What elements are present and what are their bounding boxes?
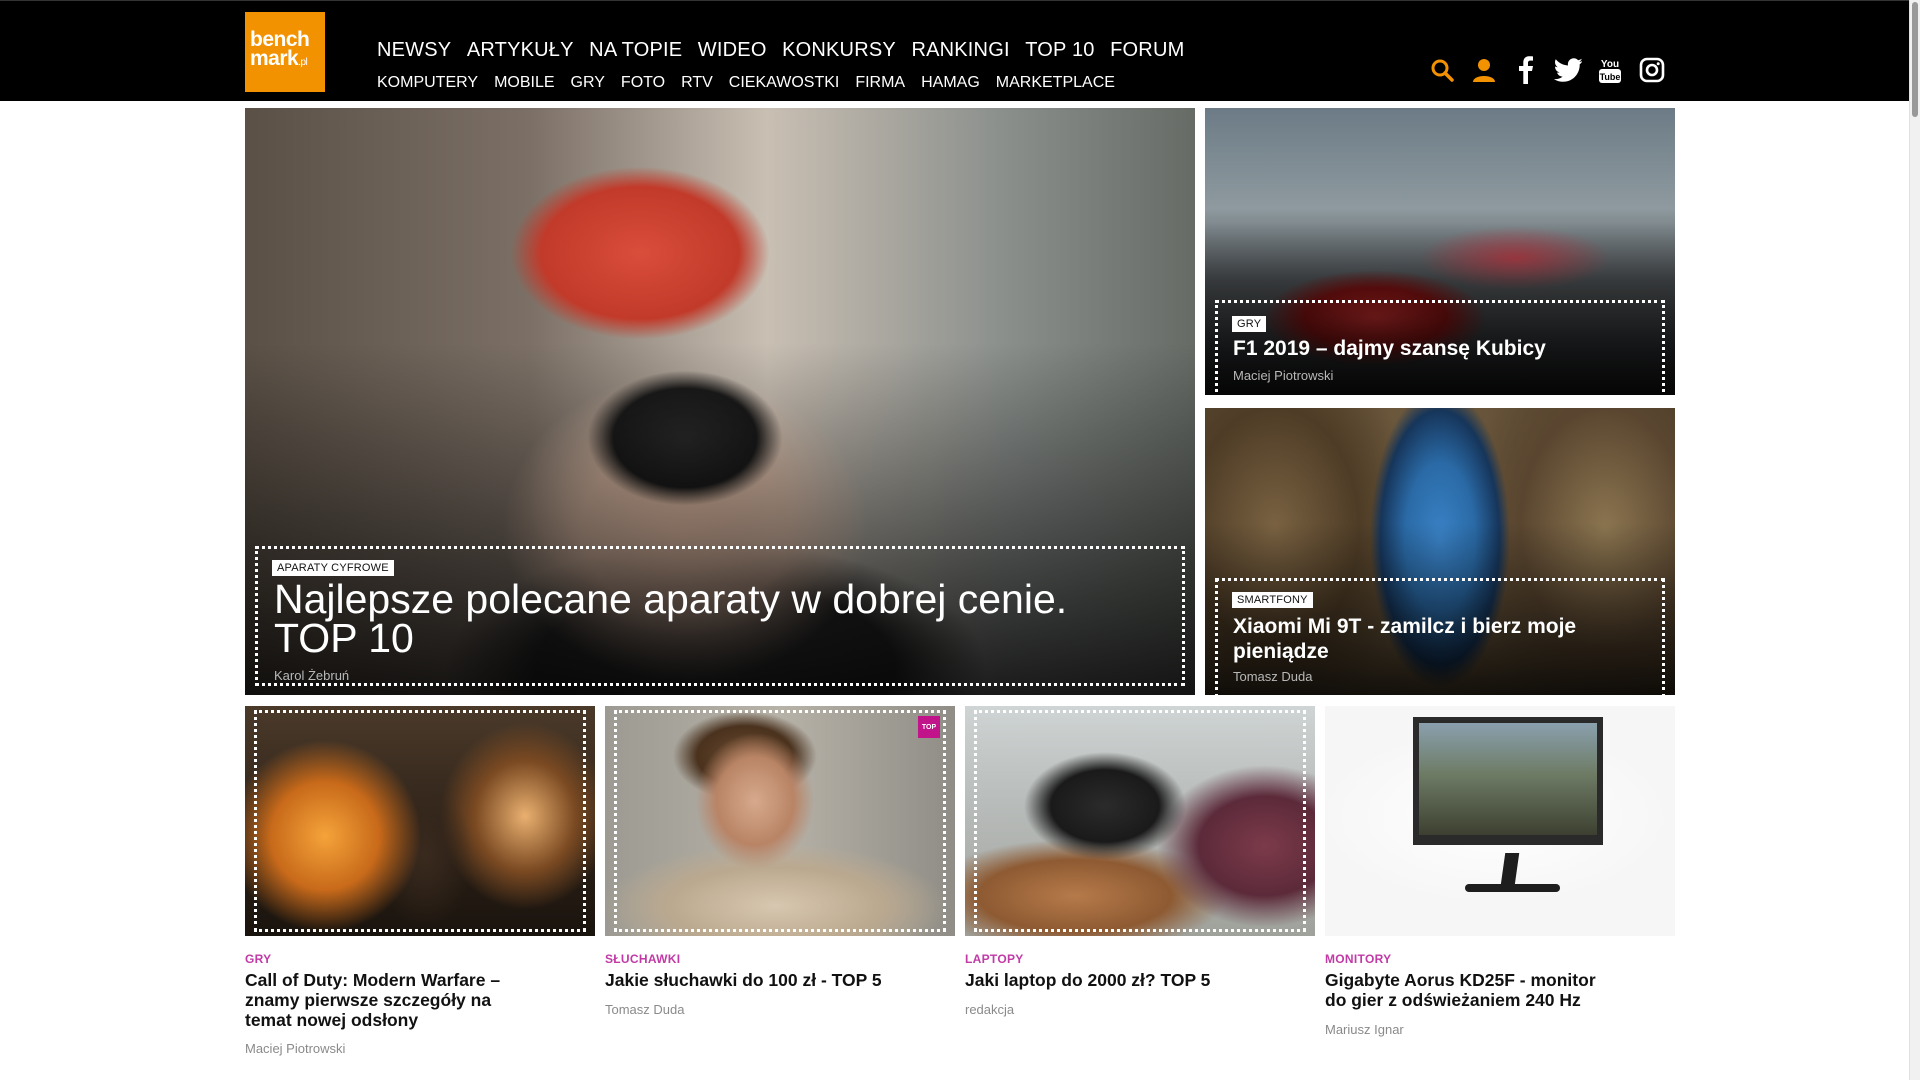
article-title-monitor[interactable]: Gigabyte Aorus KD25F - monitor do gier z… (1325, 970, 1596, 1010)
article-title-laptop[interactable]: Jaki laptop do 2000 zł? TOP 5 (965, 970, 1210, 990)
f1-author[interactable]: Maciej Piotrowski (1233, 368, 1333, 383)
xiaomi-author[interactable]: Tomasz Duda (1233, 669, 1312, 684)
xiaomi-title-line2: pieniądze (1233, 640, 1329, 663)
nav-item-konkursy[interactable]: KONKURSY (782, 39, 896, 62)
nav-item-top10[interactable]: TOP 10 (1025, 39, 1094, 62)
side-article-card-xiaomi[interactable]: SMARTFONY Xiaomi Mi 9T - zamilcz i bierz… (1205, 408, 1675, 695)
monitor-base-illustration (1465, 884, 1560, 892)
subnav-item-firma[interactable]: FIRMA (855, 74, 905, 92)
article-category-cod[interactable]: GRY (245, 952, 271, 966)
xiaomi-title-line1: Xiaomi Mi 9T - zamilcz i bierz moje (1233, 615, 1577, 638)
article-author-cod[interactable]: Maciej Piotrowski (245, 1041, 345, 1056)
subnav-item-hamag[interactable]: HAMAG (921, 74, 980, 92)
page-scrollbar[interactable] (1909, 0, 1920, 1080)
logo-suffix: .pl (298, 57, 308, 68)
instagram-icon[interactable] (1638, 55, 1666, 85)
header-icons: You Tube (1428, 55, 1666, 85)
cod-title-line2: znamy pierwsze szczegóły na (245, 990, 492, 1010)
hero-author[interactable]: Karol Żebruń (274, 668, 349, 683)
article-category-monitor[interactable]: MONITORY (1325, 952, 1391, 966)
article-author-monitor[interactable]: Mariusz Ignar (1325, 1022, 1404, 1037)
hero-title-line2: TOP 10 (274, 615, 414, 661)
xiaomi-title[interactable]: Xiaomi Mi 9T - zamilcz i bierz moje pien… (1233, 614, 1576, 664)
cod-title-line1: Call of Duty: Modern Warfare – (245, 970, 501, 990)
nav-item-wideo[interactable]: WIDEO (698, 39, 767, 62)
nav-item-forum[interactable]: FORUM (1110, 39, 1184, 62)
xiaomi-category-tag[interactable]: SMARTFONY (1232, 592, 1313, 608)
article-category-headphones[interactable]: SŁUCHAWKI (605, 952, 680, 966)
article-card-laptop[interactable] (965, 706, 1315, 936)
youtube-icon[interactable]: You Tube (1596, 55, 1624, 85)
logo-line2: mark.pl (250, 47, 308, 70)
site-logo[interactable]: bench mark.pl (245, 12, 325, 92)
nav-item-newsy[interactable]: NEWSY (377, 39, 451, 62)
search-icon[interactable] (1428, 55, 1456, 85)
subnav-item-marketplace[interactable]: MARKETPLACE (996, 74, 1115, 92)
nav-item-artykuly[interactable]: ARTYKUŁY (467, 39, 574, 62)
monitor-title-line2: do gier z odświeżaniem 240 Hz (1325, 990, 1581, 1010)
sub-nav: KOMPUTERY MOBILE GRY FOTO RTV CIEKAWOSTK… (377, 74, 1131, 92)
article-card-headphones[interactable]: TOP (605, 706, 955, 936)
site-header: bench mark.pl NEWSY ARTYKUŁY NA TOPIE WI… (0, 0, 1920, 101)
monitor-title-line1: Gigabyte Aorus KD25F - monitor (1325, 970, 1596, 990)
hero-title[interactable]: Najlepsze polecane aparaty w dobrej ceni… (274, 576, 1068, 661)
svg-text:You: You (1601, 59, 1619, 70)
monitor-screen-illustration (1413, 717, 1603, 845)
nav-item-rankingi[interactable]: RANKINGI (911, 39, 1009, 62)
headphones-dotted-frame (614, 710, 946, 932)
article-title-headphones[interactable]: Jakie słuchawki do 100 zł - TOP 5 (605, 970, 882, 990)
cod-title-line3: temat nowej odsłony (245, 1010, 419, 1030)
hero-category-tag[interactable]: APARATY CYFROWE (272, 560, 394, 576)
f1-category-tag[interactable]: GRY (1232, 316, 1267, 332)
facebook-icon[interactable] (1512, 55, 1540, 85)
subnav-item-foto[interactable]: FOTO (621, 74, 665, 92)
subnav-item-komputery[interactable]: KOMPUTERY (377, 74, 478, 92)
article-author-laptop[interactable]: redakcja (965, 1002, 1014, 1017)
scrollbar-thumb[interactable] (1912, 2, 1918, 117)
subnav-item-gry[interactable]: GRY (571, 74, 605, 92)
nav-item-na-topie[interactable]: NA TOPIE (589, 39, 682, 62)
article-author-headphones[interactable]: Tomasz Duda (605, 1002, 684, 1017)
svg-text:Tube: Tube (1600, 72, 1621, 82)
top-badge: TOP (918, 716, 940, 738)
side-article-card-f1[interactable]: GRY F1 2019 – dajmy szansę Kubicy Maciej… (1205, 108, 1675, 395)
article-card-monitor[interactable] (1325, 706, 1675, 936)
article-category-laptop[interactable]: LAPTOPY (965, 952, 1024, 966)
f1-title[interactable]: F1 2019 – dajmy szansę Kubicy (1233, 337, 1546, 361)
laptop-dotted-frame (974, 710, 1306, 932)
user-icon[interactable] (1470, 55, 1498, 85)
hero-article-card[interactable]: APARATY CYFROWE Najlepsze polecane apara… (245, 108, 1195, 695)
cod-dotted-frame (254, 710, 586, 932)
hero-title-line1: Najlepsze polecane aparaty w dobrej ceni… (274, 576, 1068, 622)
twitter-icon[interactable] (1554, 55, 1582, 85)
article-card-cod[interactable] (245, 706, 595, 936)
article-title-cod[interactable]: Call of Duty: Modern Warfare – znamy pie… (245, 970, 500, 1030)
subnav-item-ciekawostki[interactable]: CIEKAWOSTKI (729, 74, 840, 92)
main-nav: NEWSY ARTYKUŁY NA TOPIE WIDEO KONKURSY R… (377, 39, 1200, 62)
subnav-item-mobile[interactable]: MOBILE (494, 74, 554, 92)
subnav-item-rtv[interactable]: RTV (681, 74, 713, 92)
